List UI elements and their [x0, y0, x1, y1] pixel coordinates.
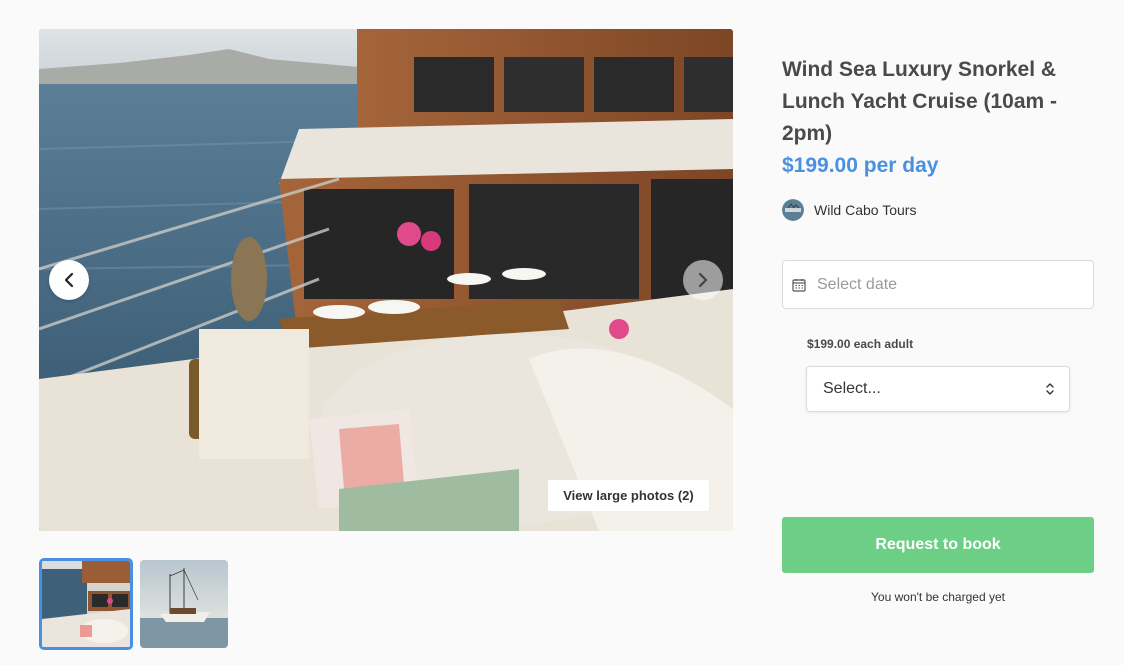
view-large-photos-button[interactable]: View large photos (2) — [548, 480, 709, 511]
chevron-left-icon — [64, 272, 74, 288]
photo-gallery: View large photos (2) — [39, 29, 733, 531]
photo-thumbnail-1[interactable] — [39, 558, 133, 650]
listing-title: Wind Sea Luxury Snorkel & Lunch Yacht Cr… — [782, 58, 1058, 145]
thumbnail-image — [42, 561, 130, 647]
operator-name: Wild Cabo Tours — [814, 202, 917, 218]
adult-quantity-select[interactable]: Select... — [806, 366, 1070, 412]
next-photo-button[interactable] — [683, 260, 723, 300]
previous-photo-button[interactable] — [49, 260, 89, 300]
photo-thumbnail-2[interactable] — [140, 560, 228, 648]
request-to-book-button[interactable]: Request to book — [782, 517, 1094, 573]
main-photo — [39, 29, 733, 531]
operator-link[interactable]: Wild Cabo Tours — [782, 199, 916, 221]
chevron-right-icon — [698, 272, 708, 288]
adult-price-label: $199.00 each adult — [807, 337, 914, 351]
adult-select-value: Select... — [823, 380, 881, 397]
operator-avatar — [782, 199, 804, 221]
charge-note: You won't be charged yet — [871, 590, 1005, 604]
listing-price: $199.00 per day — [782, 154, 939, 177]
date-picker-field[interactable]: Select date — [782, 260, 1094, 309]
chevron-up-down-icon — [1046, 383, 1054, 395]
thumbnail-image — [140, 560, 228, 648]
date-placeholder: Select date — [817, 275, 898, 293]
calendar-icon — [792, 278, 806, 292]
